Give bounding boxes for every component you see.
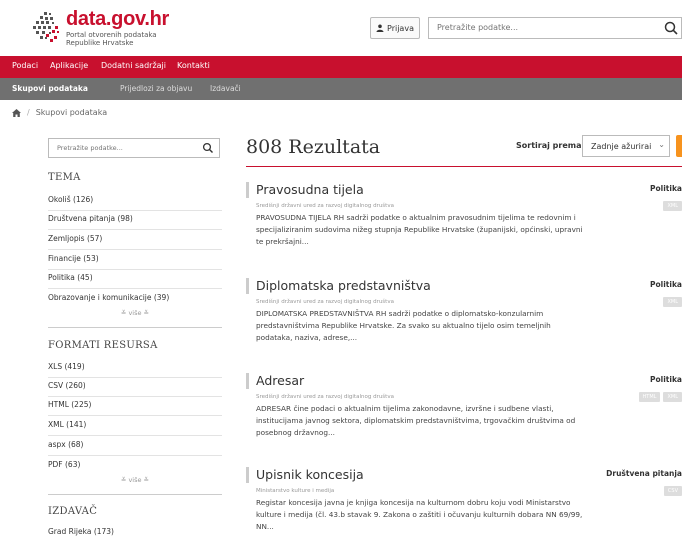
login-button[interactable]: Prijava [370, 17, 420, 39]
dataset-item: Pravosudna tijela Središnji državni ured… [246, 182, 682, 262]
formati-more-link[interactable]: ≚ više ≚ [48, 476, 222, 484]
sidebar-divider [48, 327, 222, 328]
format-badge[interactable]: XML [663, 201, 682, 211]
subnav-item-izdavaci[interactable]: Izdavači [210, 84, 241, 93]
header-search-input[interactable] [437, 23, 637, 32]
results-count-title: 808 Rezultata [246, 136, 381, 158]
dataset-item: Diplomatska predstavništva Središnji drž… [246, 278, 682, 358]
subnav-item-skupovi-podataka[interactable]: Skupovi podataka [12, 84, 88, 93]
dataset-publisher[interactable]: Središnji državni ured za razvoj digital… [256, 203, 394, 209]
filter-format-csv[interactable]: CSV (260) [48, 381, 222, 397]
filter-heading-tema: TEMA [48, 172, 81, 183]
chevron-down-icon: ⌄ [658, 140, 665, 149]
tema-more-link[interactable]: ≚ više ≚ [48, 309, 222, 317]
results-divider [246, 166, 682, 167]
filter-tema-zemljopis[interactable]: Zemljopis (57) [48, 234, 222, 250]
dataset-accent-bar [246, 373, 249, 389]
dataset-item: Upisnik koncesija Ministarstvo kulture i… [246, 467, 682, 541]
sidebar-divider [48, 494, 222, 495]
main-nav: Podaci Aplikacije Dodatni sadržaji Konta… [0, 56, 682, 78]
search-icon[interactable] [663, 20, 679, 36]
filter-tema-okolis[interactable]: Okoliš (126) [48, 195, 222, 211]
dataset-formats: XML [663, 201, 682, 211]
dataset-item: Adresar Središnji državni ured za razvoj… [246, 373, 682, 453]
site-header: data.gov.hr Portal otvorenih podataka Re… [0, 0, 682, 50]
filter-heading-izdavac: IZDAVAČ [48, 506, 98, 517]
nav-item-kontakti[interactable]: Kontakti [177, 61, 210, 70]
dataset-category[interactable]: Politika [650, 375, 682, 384]
brand-subtitle: Portal otvorenih podataka Republike Hrva… [66, 31, 157, 47]
dataset-formats: CSV [663, 486, 682, 496]
brand-subtitle-line1: Portal otvorenih podataka [66, 31, 157, 39]
logo-icon[interactable] [30, 10, 64, 44]
format-badge[interactable]: CSV [663, 486, 682, 496]
dataset-publisher[interactable]: Središnji državni ured za razvoj digital… [256, 394, 394, 400]
sort-dropdown[interactable]: Zadnje ažurirai ⌄ [582, 135, 670, 157]
format-badge[interactable]: XML [663, 297, 682, 307]
filter-format-xml[interactable]: XML (141) [48, 420, 222, 436]
dataset-description: DIPLOMATSKA PREDSTAVNIŠTVA RH sadrži pod… [256, 309, 551, 342]
breadcrumb-current: Skupovi podataka [35, 108, 108, 117]
subnav-item-prijedlozi[interactable]: Prijedlozi za objavu [120, 84, 192, 93]
nav-item-aplikacije[interactable]: Aplikacije [50, 61, 88, 70]
brand-title[interactable]: data.gov.hr [66, 8, 169, 31]
user-icon [376, 24, 384, 32]
dataset-category[interactable]: Politika [650, 184, 682, 193]
dataset-description: ADRESAR čine podaci o aktualnim tijelima… [256, 404, 576, 437]
sub-nav: Skupovi podataka Prijedlozi za objavu Iz… [0, 78, 682, 100]
nav-item-podaci[interactable]: Podaci [12, 61, 38, 70]
filter-tema-obrazovanje[interactable]: Obrazovanje i komunikacije (39) [48, 293, 222, 308]
sidebar-search-input[interactable] [57, 144, 197, 152]
breadcrumb: / Skupovi podataka [12, 108, 107, 117]
login-label: Prijava [387, 23, 414, 33]
dataset-accent-bar [246, 467, 249, 483]
filter-format-aspx[interactable]: aspx (68) [48, 440, 222, 456]
filter-format-pdf[interactable]: PDF (63) [48, 460, 222, 475]
dataset-category[interactable]: Politika [650, 280, 682, 289]
rss-feed-icon[interactable] [676, 135, 682, 157]
brand-subtitle-line2: Republike Hrvatske [66, 39, 134, 47]
nav-item-dodatni-sadrzaji[interactable]: Dodatni sadržaji [101, 61, 166, 70]
format-badge[interactable]: HTML [638, 392, 661, 402]
dataset-publisher[interactable]: Ministarstvo kulture i medija [256, 488, 334, 494]
dataset-title[interactable]: Adresar [256, 373, 304, 388]
dataset-description: Registar koncesija javna je knjiga konce… [256, 498, 583, 531]
breadcrumb-separator: / [27, 108, 30, 117]
dataset-formats: HTML XML [638, 392, 682, 402]
filter-format-html[interactable]: HTML (225) [48, 400, 222, 416]
filter-tema-financije[interactable]: Financije (53) [48, 254, 222, 270]
filter-format-xls[interactable]: XLS (419) [48, 362, 222, 378]
dataset-accent-bar [246, 278, 249, 294]
search-icon[interactable] [202, 142, 214, 154]
format-badge[interactable]: XML [663, 392, 682, 402]
dataset-title[interactable]: Pravosudna tijela [256, 182, 364, 197]
dataset-category[interactable]: Društvena pitanja [606, 469, 682, 478]
sort-label: Sortiraj prema: [516, 141, 585, 150]
sort-value: Zadnje ažurirai [591, 142, 652, 151]
home-icon[interactable] [12, 108, 21, 117]
filter-tema-politika[interactable]: Politika (45) [48, 273, 222, 289]
sidebar-search [48, 138, 220, 158]
dataset-title[interactable]: Upisnik koncesija [256, 467, 364, 482]
dataset-accent-bar [246, 182, 249, 198]
dataset-publisher[interactable]: Središnji državni ured za razvoj digital… [256, 299, 394, 305]
filter-heading-formati: FORMATI RESURSA [48, 340, 158, 351]
dataset-formats: XML [663, 297, 682, 307]
dataset-title[interactable]: Diplomatska predstavništva [256, 278, 431, 293]
header-search [428, 17, 682, 39]
dataset-description: PRAVOSUDNA TIJELA RH sadrži podatke o ak… [256, 213, 583, 246]
filter-izdavac-grad-rijeka[interactable]: Grad Rijeka (173) [48, 527, 222, 541]
filter-tema-drustvena-pitanja[interactable]: Društvena pitanja (98) [48, 214, 222, 230]
